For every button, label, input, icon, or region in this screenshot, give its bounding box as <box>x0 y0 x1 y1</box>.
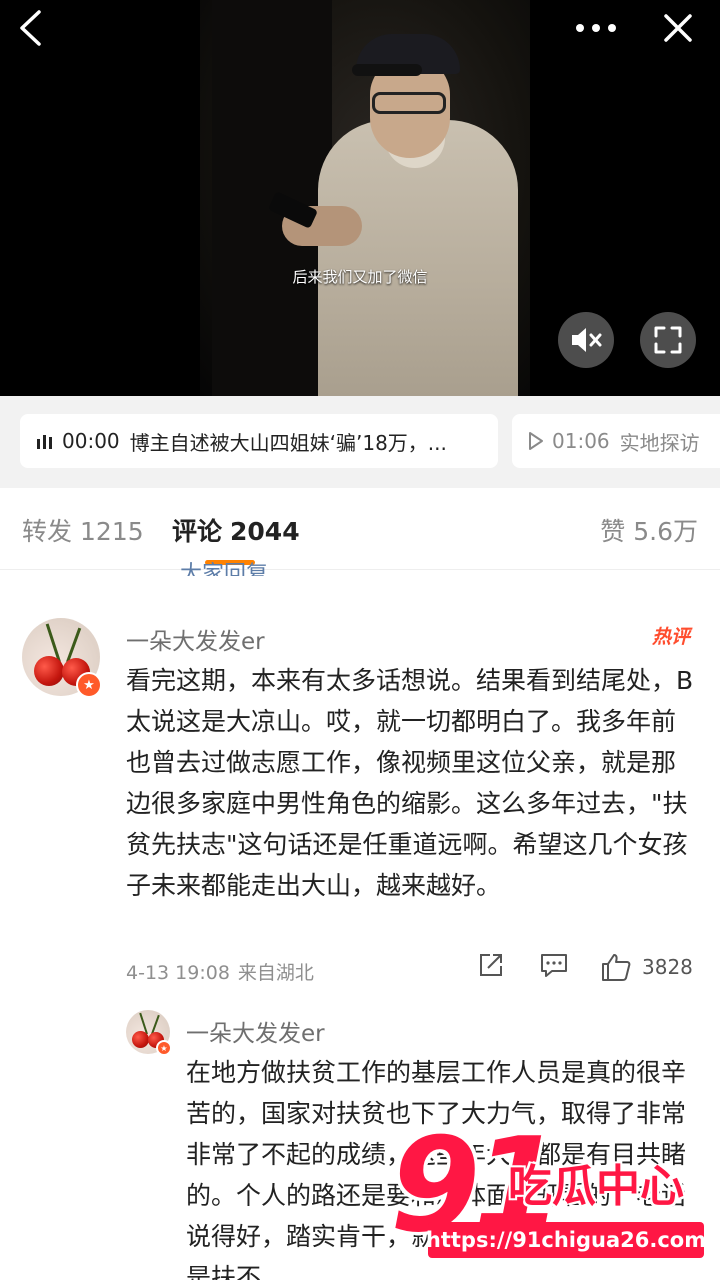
close-icon <box>664 14 692 42</box>
close-button[interactable] <box>656 8 700 48</box>
play-icon <box>529 432 543 450</box>
thumbs-up-icon <box>602 954 631 981</box>
mute-button[interactable] <box>558 312 614 368</box>
playlist-item-title: 博主自述被大山四姐妹‘骗’18万，... <box>129 430 447 455</box>
more-button[interactable] <box>574 8 618 48</box>
detail-tabs: 转发 1215 评论 2044 赞 5.6万 <box>0 488 720 570</box>
tab-repost-count: 1215 <box>80 517 144 546</box>
more-dots-icon <box>576 24 616 32</box>
playlist-item-time: 00:00 <box>62 429 120 453</box>
previous-comment-fragment: 大家回复 <box>180 562 269 576</box>
tab-comment[interactable]: 评论 2044 <box>172 512 300 548</box>
back-button[interactable] <box>8 8 52 48</box>
comment-meta: 4-13 19:08 来自湖北 <box>126 958 314 985</box>
like-button[interactable]: 3828 <box>600 952 693 982</box>
playlist-item-time: 01:06 <box>552 429 610 453</box>
playlist-item-title: 实地探访 <box>619 430 700 455</box>
playing-bars-icon <box>37 435 52 449</box>
reply-username[interactable]: 一朵大发发er <box>186 1014 325 1048</box>
tab-comment-count: 2044 <box>230 517 300 546</box>
tab-like-count: 5.6万 <box>633 517 698 546</box>
playlist-item-current[interactable]: 00:00 博主自述被大山四姐妹‘骗’18万，... <box>20 414 498 468</box>
comment-date: 4-13 19:08 <box>126 962 230 984</box>
person-cap-brim <box>352 64 422 76</box>
tab-repost[interactable]: 转发 1215 <box>22 512 144 548</box>
chevron-left-icon <box>20 10 41 46</box>
hot-comment-badge: 热评 <box>652 626 691 648</box>
comment-icon <box>541 954 567 977</box>
like-count: 3828 <box>642 955 693 979</box>
video-player[interactable]: 后来我们又加了微信 <box>0 0 720 396</box>
tab-like-label: 赞 <box>600 517 626 546</box>
playlist-item-next[interactable]: 01:06 实地探访 <box>512 414 720 468</box>
person-glasses <box>372 92 446 114</box>
tab-like[interactable]: 赞 5.6万 <box>600 512 698 548</box>
comment-location: 来自湖北 <box>237 962 314 984</box>
fullscreen-button[interactable] <box>640 312 696 368</box>
video-playlist: 00:00 博主自述被大山四姐妹‘骗’18万，... 01:06 实地探访 <box>0 396 720 488</box>
tab-repost-label: 转发 <box>22 517 73 546</box>
reply-text: 在地方做扶贫工作的基层工作人员是真的很辛苦的，国家对扶贫也下了大力气，取得了非常… <box>186 1058 687 1280</box>
tab-comment-label: 评论 <box>172 517 223 546</box>
share-button[interactable] <box>478 952 504 978</box>
comment-username[interactable]: 一朵大发发er <box>126 622 265 656</box>
fullscreen-icon <box>654 326 682 354</box>
comment-text: 看完这期，本来有太多话想说。结果看到结尾处，B太说这是大凉山。哎，就一切都明白了… <box>126 666 694 900</box>
verified-badge-icon: ★ <box>76 672 102 698</box>
verified-badge-icon: ★ <box>156 1040 172 1056</box>
reply-button[interactable] <box>540 952 568 978</box>
speaker-muted-icon <box>572 328 602 352</box>
video-subtitle: 后来我们又加了微信 <box>292 268 428 286</box>
share-icon <box>480 954 502 976</box>
